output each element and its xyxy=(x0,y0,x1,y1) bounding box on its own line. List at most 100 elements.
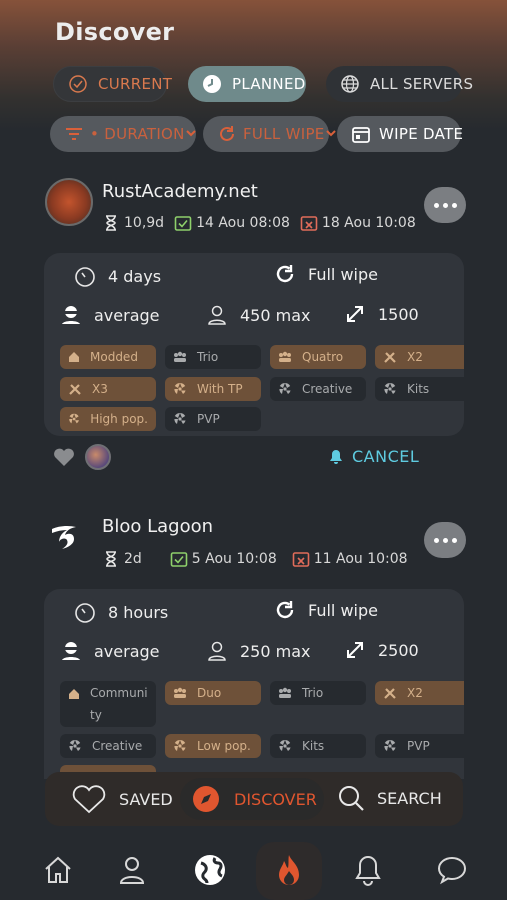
cancel-button[interactable]: CANCEL xyxy=(328,447,419,466)
timer-icon xyxy=(75,603,95,623)
saved-label: SAVED xyxy=(119,789,173,809)
tag-x2: X2 xyxy=(375,681,464,705)
tag-community: Communi ty xyxy=(60,681,156,727)
fire-tab[interactable] xyxy=(256,842,322,900)
tools-icon xyxy=(69,384,81,395)
radiation-icon xyxy=(69,413,79,424)
duration: 2d xyxy=(102,550,142,568)
tag-label: Low pop. xyxy=(197,739,251,753)
discover-label: DISCOVER xyxy=(234,789,317,809)
filter-planned[interactable]: PLANNED xyxy=(188,66,306,102)
radiation-icon xyxy=(279,383,291,394)
hourglass-icon xyxy=(106,551,116,567)
group-icon xyxy=(174,687,186,698)
more-options-button[interactable] xyxy=(424,187,466,223)
home-icon[interactable] xyxy=(40,852,76,888)
end-date-value: 18 Aou 10:08 xyxy=(321,215,416,231)
radiation-icon xyxy=(174,383,186,394)
more-options-button[interactable] xyxy=(424,522,466,558)
tag-label: High pop. xyxy=(90,412,148,426)
difficulty: average xyxy=(60,640,160,662)
filter-duration[interactable]: • DURATION xyxy=(50,116,196,152)
tools-icon xyxy=(384,688,396,699)
tag-pvp: PVP xyxy=(375,734,464,758)
tag-label: PVP xyxy=(407,739,430,753)
filter-current[interactable]: CURRENT xyxy=(53,66,172,102)
start-date-value: 5 Aou 10:08 xyxy=(191,551,277,567)
refresh-icon xyxy=(276,601,294,619)
clock-icon xyxy=(202,74,222,94)
map-size-value: 1500 xyxy=(378,304,419,324)
tag-label: Kits xyxy=(407,382,430,396)
search-button[interactable]: SEARCH xyxy=(337,784,442,812)
server-details-panel[interactable]: 4 days Full wipe average 450 max 1500 Mo… xyxy=(44,253,464,436)
search-label: SEARCH xyxy=(377,788,442,808)
profile-icon[interactable] xyxy=(114,852,150,888)
max-players: 450 max xyxy=(206,304,310,326)
filter-icon xyxy=(64,124,84,144)
filter-duration-label: • DURATION xyxy=(90,125,185,143)
radiation-icon xyxy=(384,383,396,394)
expand-icon xyxy=(347,306,363,322)
server-logo[interactable] xyxy=(45,178,93,226)
max-players-value: 250 max xyxy=(240,641,311,661)
player-icon xyxy=(62,306,80,324)
heart-outline-icon xyxy=(72,785,106,814)
tag-low-pop: Low pop. xyxy=(165,734,261,758)
filter-wipe-date[interactable]: WIPE DATE xyxy=(337,116,463,152)
discover-button[interactable]: DISCOVER xyxy=(180,778,324,820)
difficulty: average xyxy=(60,304,160,326)
tag-label: Communi ty xyxy=(90,686,148,722)
tag-modded: Modded xyxy=(60,345,156,369)
max-players-value: 450 max xyxy=(240,305,311,325)
tag-label: PVP xyxy=(197,412,220,426)
calendar-check-icon xyxy=(174,216,192,231)
timer-icon xyxy=(75,267,95,287)
tag-label: Quatro xyxy=(302,350,344,364)
radiation-icon xyxy=(69,740,81,751)
avatar[interactable] xyxy=(85,444,111,470)
wipe-time-value: 4 days xyxy=(108,266,162,286)
radiation-icon xyxy=(279,740,291,751)
tag-with-tp: With TP xyxy=(165,377,261,401)
bell-icon[interactable] xyxy=(350,852,386,888)
tag-kits: Kits xyxy=(375,377,464,401)
globe-icon[interactable] xyxy=(192,852,228,888)
server-logo[interactable] xyxy=(47,520,83,556)
player-icon xyxy=(62,642,80,660)
refresh-icon xyxy=(217,124,237,144)
calendar-x-icon xyxy=(292,552,310,567)
duration-value: 10,9d xyxy=(124,215,165,231)
server-details-panel[interactable]: 8 hours Full wipe average 250 max 2500 C… xyxy=(44,589,464,779)
server-meta: 10,9d 14 Aou 08:08 18 Aou 10:08 xyxy=(102,214,426,232)
page-title: Discover xyxy=(55,18,175,46)
expand-icon xyxy=(347,642,363,658)
tag-x3: X3 xyxy=(60,377,156,401)
tag-trio: Trio xyxy=(270,681,366,705)
tag-x2: X2 xyxy=(375,345,464,369)
start-date: 14 Aou 08:08 xyxy=(174,214,290,232)
difficulty-value: average xyxy=(94,305,160,325)
radiation-icon xyxy=(384,740,396,751)
filter-full-wipe[interactable]: FULL WIPE xyxy=(203,116,336,152)
tag-label: Kits xyxy=(302,739,325,753)
discover-action-bar: SAVED DISCOVER SEARCH xyxy=(45,772,463,826)
globe-icon xyxy=(340,74,360,94)
tag-label: With TP xyxy=(197,382,243,396)
duration-value: 2d xyxy=(124,551,142,567)
tag-trio: Trio xyxy=(165,345,261,369)
wipe-type: Full wipe xyxy=(274,599,378,621)
check-circle-icon xyxy=(68,74,88,94)
filter-all-servers[interactable]: ALL SERVERS xyxy=(326,66,473,102)
heart-icon[interactable] xyxy=(53,447,75,471)
server-name[interactable]: RustAcademy.net xyxy=(102,181,258,202)
wipe-type-value: Full wipe xyxy=(308,264,378,284)
radiation-icon xyxy=(174,413,186,424)
fire-icon xyxy=(279,855,299,885)
chat-icon[interactable] xyxy=(434,852,470,888)
filter-current-label: CURRENT xyxy=(98,75,173,93)
wipe-time: 4 days xyxy=(74,265,161,287)
filter-full-wipe-label: FULL WIPE xyxy=(243,125,325,143)
server-name[interactable]: Bloo Lagoon xyxy=(102,516,213,537)
saved-button[interactable]: SAVED xyxy=(71,784,173,814)
